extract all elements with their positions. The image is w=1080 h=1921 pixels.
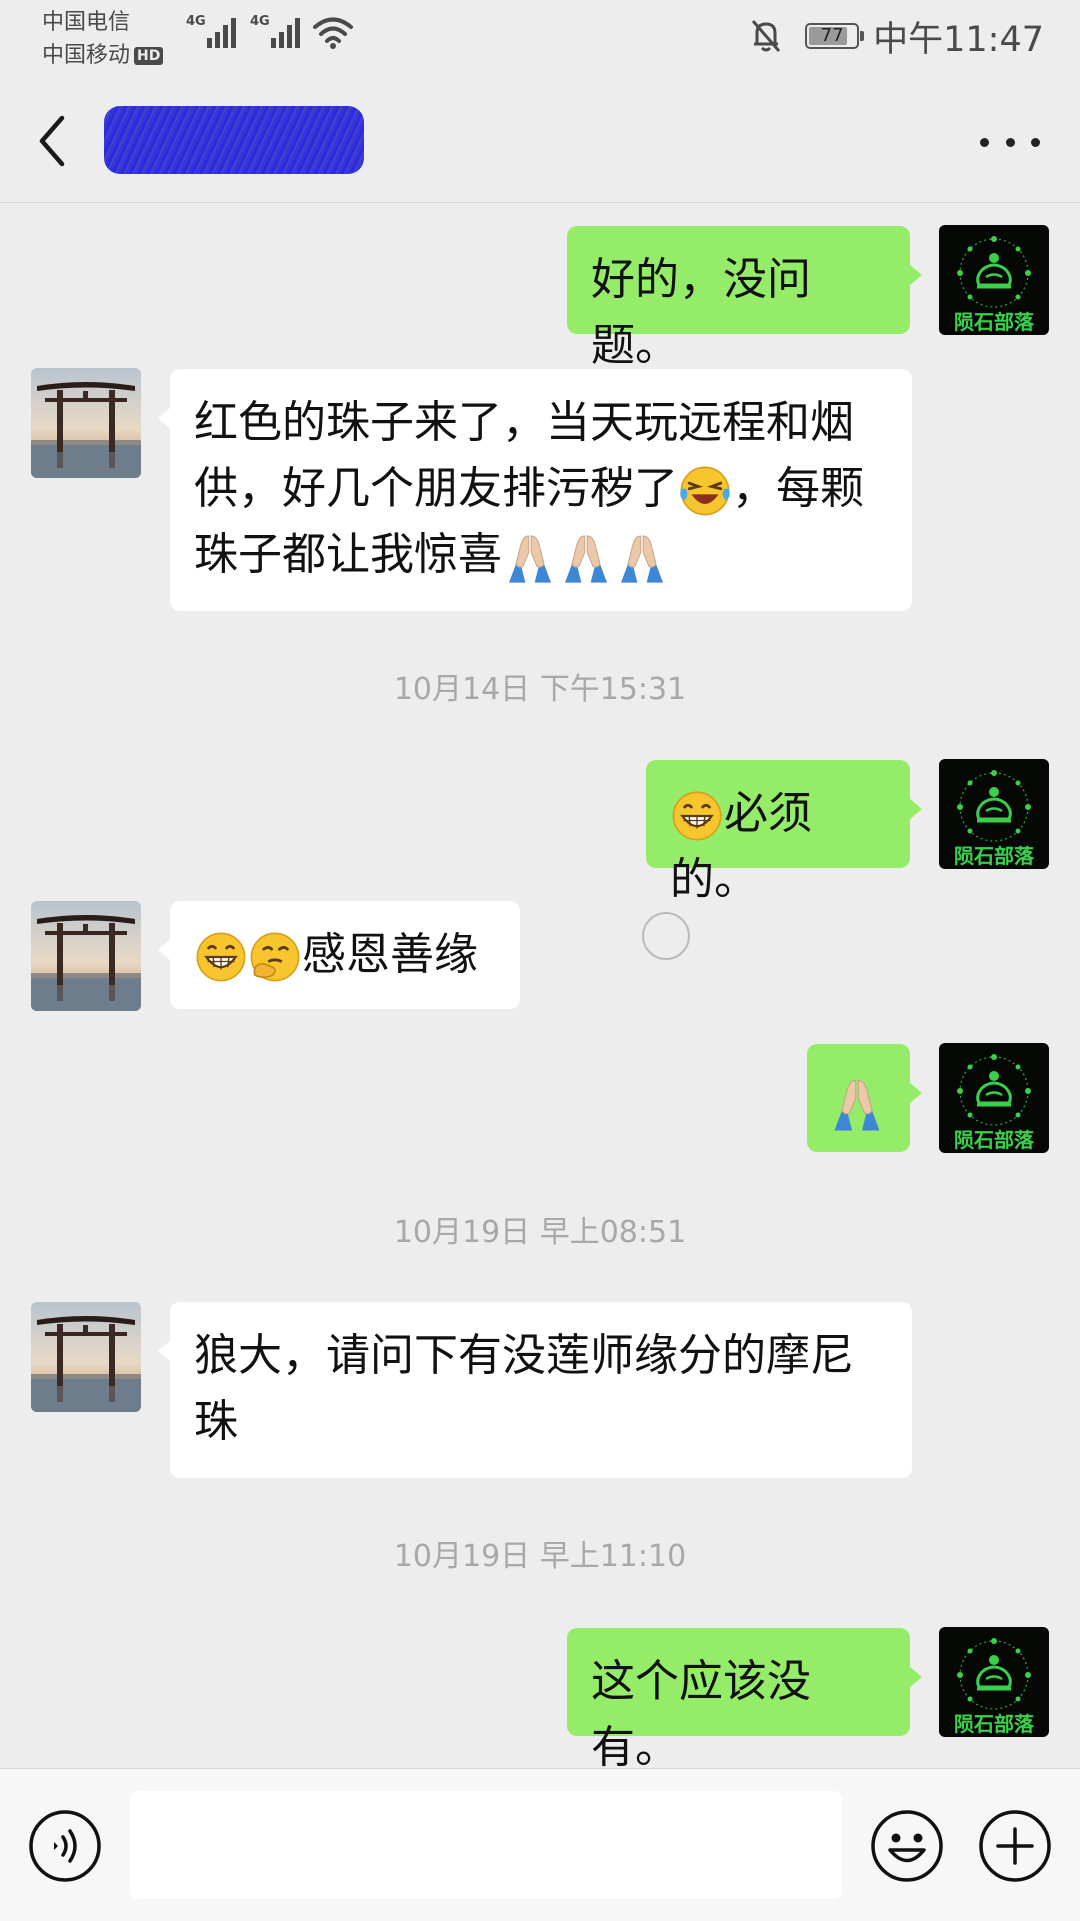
pray-emoji-icon [827, 1073, 887, 1133]
grinning-emoji-icon [194, 930, 248, 984]
network-type-2: 4G [250, 14, 270, 29]
message-line: 狼大，请问下有没莲师缘分的摩尼 [194, 1330, 854, 1381]
status-bar: 中国电信 中国移动 HD 4G 4G 77 中午11:47 [0, 0, 1080, 80]
plus-button[interactable] [978, 1809, 1052, 1887]
carrier-info: 中国电信 中国移动 HD [42, 6, 164, 72]
message-bubble-outgoing[interactable]: 必须的。 [646, 760, 922, 905]
avatar-logo-text: 陨石部落 [954, 310, 1034, 334]
hd-badge: HD [134, 46, 164, 65]
pray-emoji-icon [614, 529, 670, 585]
message-line: 珠 [194, 1396, 238, 1447]
laughing-crying-emoji-icon [678, 464, 732, 518]
avatar-logo-text: 陨石部落 [954, 844, 1034, 868]
message-line: 红色的珠子来了，当天玩远程和烟 [194, 397, 854, 448]
clock: 中午11:47 [873, 19, 1044, 60]
message-input[interactable] [130, 1791, 842, 1899]
message-bubble-incoming[interactable]: 狼大，请问下有没莲师缘分的摩尼 珠 [158, 1302, 912, 1478]
status-right: 77 中午11:47 [749, 14, 1044, 60]
my-avatar[interactable]: 陨石部落 [939, 225, 1049, 335]
avatar-logo-text: 陨石部落 [954, 1712, 1034, 1736]
message-text: 感恩善缘 [302, 929, 478, 980]
signal-icon-2 [271, 18, 300, 48]
wifi-icon [313, 17, 353, 49]
contact-avatar[interactable] [31, 368, 141, 478]
smiley-icon [871, 1810, 943, 1882]
torii-gate-photo [31, 1302, 141, 1412]
message-text: 这个应该没有。 [591, 1656, 811, 1773]
voice-button[interactable] [28, 1809, 102, 1887]
more-button[interactable] [980, 122, 1040, 162]
message-text: 好的，没问题。 [591, 254, 811, 371]
message-bubble-outgoing[interactable] [807, 1044, 922, 1152]
more-dot [980, 137, 989, 147]
signal-icon [207, 18, 236, 48]
mute-bell-icon [751, 20, 781, 52]
my-avatar[interactable]: 陨石部落 [939, 1627, 1049, 1737]
message-line: 珠子都让我惊喜 [194, 529, 502, 580]
plus-icon [979, 1810, 1051, 1882]
loading-indicator [642, 912, 690, 960]
message-bubble-incoming[interactable]: 红色的珠子来了，当天玩远程和烟 供，好几个朋友排污秽了 ，每颗 珠子都让我惊喜 [158, 369, 912, 611]
battery-icon: 77 [805, 23, 865, 49]
pray-emoji-icon [502, 529, 558, 585]
timestamp: 10月19日 早上08:51 [393, 1215, 687, 1250]
my-avatar[interactable]: 陨石部落 [939, 759, 1049, 869]
timestamp: 10月19日 早上11:10 [393, 1539, 687, 1574]
carrier-2: 中国移动 [42, 43, 131, 68]
carrier-1: 中国电信 [42, 10, 131, 35]
back-button[interactable] [30, 106, 80, 176]
chat-header [0, 80, 1080, 203]
pray-emoji-icon [558, 529, 614, 585]
contact-name-redacted[interactable] [104, 106, 364, 174]
input-bar [0, 1768, 1080, 1921]
chat-messages[interactable]: 好的，没问题。 陨石部落 红色的珠子来了，当天玩远程和烟 供，好几个朋友排污秽了… [0, 203, 1080, 1773]
voice-icon [29, 1810, 101, 1882]
my-avatar[interactable]: 陨石部落 [939, 1043, 1049, 1153]
more-dot [1031, 137, 1040, 147]
avatar-logo-text: 陨石部落 [954, 1128, 1034, 1152]
more-dot [1005, 137, 1015, 147]
emoji-button[interactable] [870, 1809, 944, 1887]
torii-gate-photo [31, 901, 141, 1011]
torii-gate-photo [31, 368, 141, 478]
message-bubble-outgoing[interactable]: 这个应该没有。 [567, 1628, 922, 1773]
chevron-left-icon [39, 115, 65, 167]
grinning-emoji-icon [670, 789, 724, 843]
thinking-emoji-icon [248, 930, 302, 984]
message-line: ，每颗 [732, 463, 864, 514]
message-line: 供，好几个朋友排污秽了 [194, 463, 678, 514]
message-bubble-incoming[interactable]: 感恩善缘 [158, 901, 520, 1009]
contact-avatar[interactable] [31, 1302, 141, 1412]
message-bubble-outgoing[interactable]: 好的，没问题。 [567, 226, 922, 371]
contact-avatar[interactable] [31, 901, 141, 1011]
timestamp: 10月14日 下午15:31 [393, 672, 687, 707]
battery-level: 77 [820, 25, 844, 46]
network-type-1: 4G [186, 14, 206, 29]
